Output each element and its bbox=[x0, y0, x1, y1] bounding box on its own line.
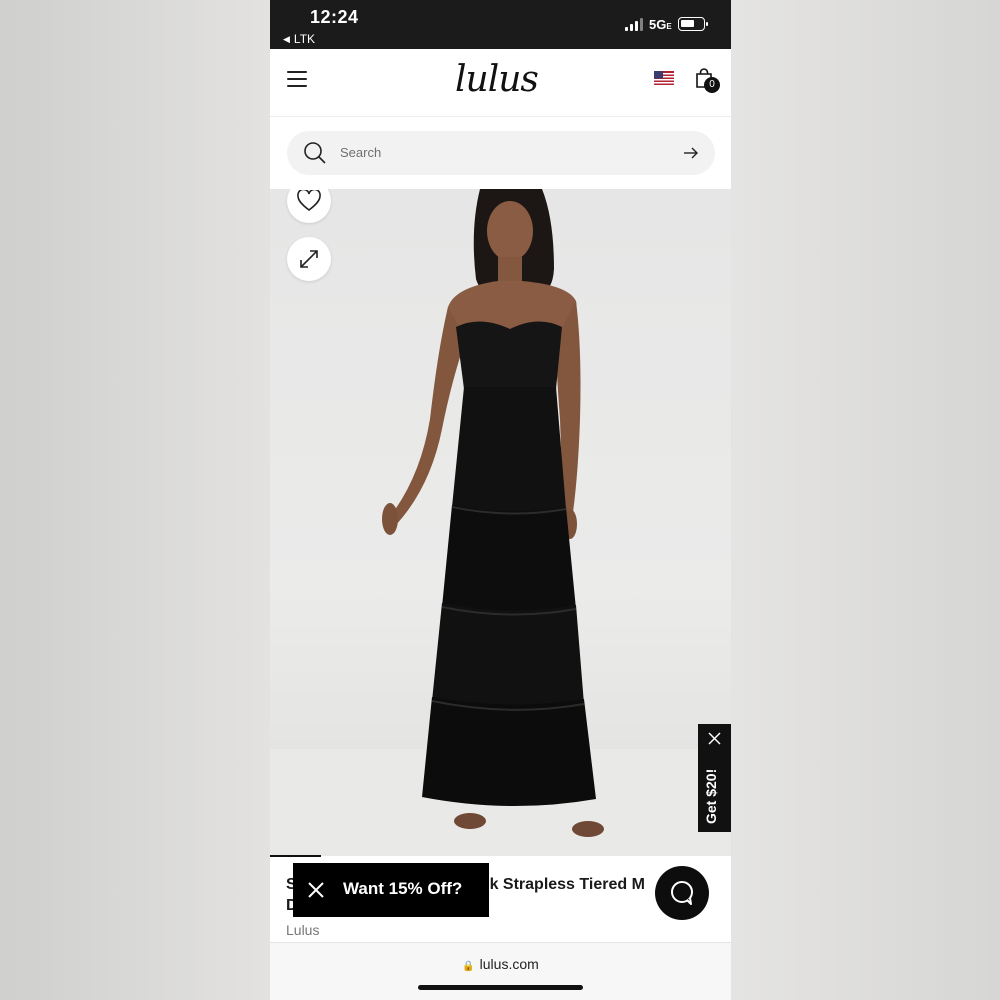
network-label: 5GE bbox=[649, 17, 672, 32]
chat-button[interactable] bbox=[655, 866, 709, 920]
get-20-label: Get $20! bbox=[703, 768, 719, 824]
search-placeholder: Search bbox=[340, 145, 382, 160]
close-icon[interactable] bbox=[307, 881, 325, 899]
lock-icon: 🔒 bbox=[462, 961, 475, 972]
us-flag-icon[interactable] bbox=[654, 71, 674, 85]
url-display[interactable]: 🔒 lulus.com bbox=[270, 956, 731, 972]
expand-icon bbox=[300, 250, 318, 268]
site-logo[interactable]: lulus bbox=[455, 59, 539, 100]
back-to-app-link[interactable]: ◀ LTK bbox=[283, 32, 315, 46]
close-icon[interactable] bbox=[708, 732, 721, 745]
expand-image-button[interactable] bbox=[287, 237, 331, 281]
cart-count-badge: 0 bbox=[704, 77, 720, 93]
get-20-tab[interactable]: Get $20! bbox=[698, 724, 731, 832]
home-indicator[interactable] bbox=[418, 985, 583, 990]
browser-url-bar[interactable]: 🔒 lulus.com bbox=[270, 942, 731, 1000]
site-header: lulus 0 bbox=[270, 49, 731, 117]
heart-icon bbox=[297, 190, 321, 212]
back-app-label: LTK bbox=[293, 32, 316, 46]
product-brand[interactable]: Lulus bbox=[286, 922, 319, 938]
product-image[interactable] bbox=[270, 189, 731, 856]
model-in-dress-image bbox=[270, 189, 731, 856]
status-bar: 12:24 ◀ LTK 5GE bbox=[270, 0, 731, 49]
battery-icon bbox=[678, 17, 708, 31]
search-input[interactable]: Search bbox=[287, 131, 715, 175]
clock: 12:24 bbox=[310, 7, 359, 27]
discount-popup[interactable]: Want 15% Off? bbox=[293, 863, 489, 917]
discount-popup-label: Want 15% Off? bbox=[343, 879, 463, 898]
search-section: Search bbox=[270, 117, 731, 189]
menu-icon[interactable] bbox=[287, 71, 307, 87]
phone-screen: 12:24 ◀ LTK 5GE lulus 0 Search Get $20! … bbox=[270, 0, 731, 1000]
search-icon bbox=[304, 142, 326, 164]
chat-bubble-icon bbox=[671, 881, 693, 905]
signal-icon bbox=[625, 18, 643, 31]
arrow-right-icon[interactable] bbox=[683, 145, 699, 161]
back-triangle-icon: ◀ bbox=[283, 33, 290, 44]
